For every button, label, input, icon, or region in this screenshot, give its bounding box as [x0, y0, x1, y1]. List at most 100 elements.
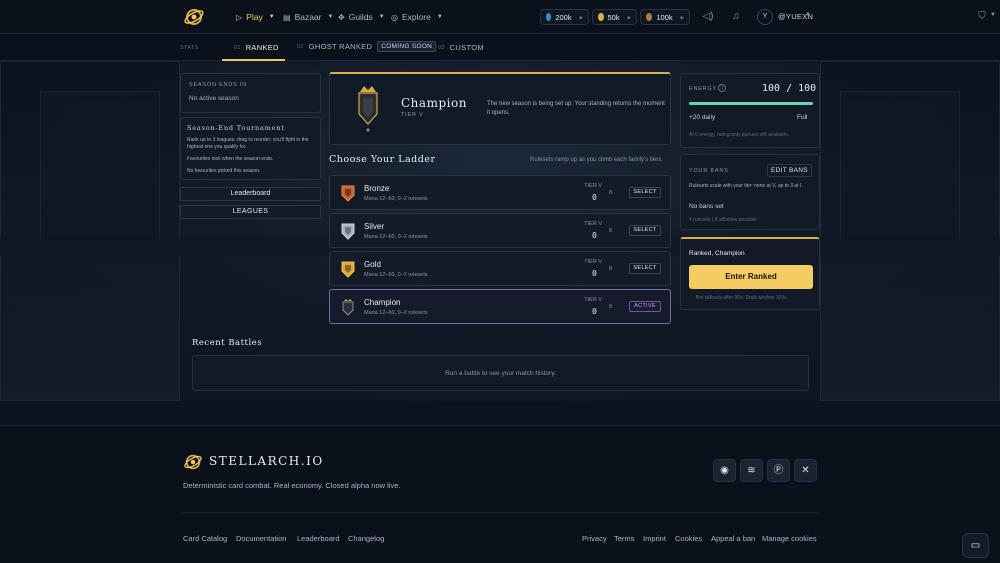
tab-custom[interactable]: 03 CUSTOM [438, 43, 484, 52]
footer-link-manage-cookies[interactable]: Manage cookies [762, 534, 817, 543]
select-button[interactable]: SELECT [629, 187, 661, 198]
tab-stats[interactable]: STATS [180, 45, 203, 51]
footer-link-leaderboard[interactable]: Leaderboard [297, 534, 340, 543]
edit-bans-button[interactable]: EDIT BANS [767, 164, 812, 177]
ladder-title: Choose Your Ladder [329, 154, 436, 165]
currency-bronze[interactable]: 100k + [640, 9, 690, 25]
enter-ranked-button[interactable]: Enter Ranked [689, 265, 813, 289]
select-button[interactable]: SELECT [629, 225, 661, 236]
energy-rate: +20 daily [689, 114, 716, 121]
tab-label: RANKED [245, 43, 279, 52]
footer-tagline: Deterministic card combat. Real economy.… [183, 481, 401, 490]
nav-play-label: Play [246, 12, 263, 22]
currency-bronze-value: 100k [656, 12, 673, 22]
ladder-row-gold[interactable]: Gold Mana 12–60, 0–2 rulesets TIER V 0 8… [329, 251, 671, 286]
footer-link-privacy[interactable]: Privacy [582, 534, 607, 543]
avatar[interactable]: Y [757, 9, 773, 25]
patreon-icon[interactable]: Ⓟ [767, 459, 790, 482]
footer-link-imprint[interactable]: Imprint [643, 534, 666, 543]
season-label: SEASON ENDS IN [189, 82, 247, 88]
ladder-sub: Mana 12–60, 0–2 rulesets [364, 272, 428, 278]
chat-icon[interactable]: ▭ [962, 533, 989, 558]
leaderboard-button[interactable]: Leaderboard [180, 187, 321, 201]
energy-panel: ENERGY i 100 / 100 +20 daily Full At 0 e… [680, 73, 820, 148]
footer-link-terms[interactable]: Terms [614, 534, 634, 543]
top-nav-bar: ▷ Play ▼ ▤ Bazaar ▼ ✥ Guilds ▼ ◎ Explore… [0, 0, 1000, 34]
nav-guilds-label: Guilds [348, 12, 373, 22]
tab-number: 03 [438, 44, 445, 51]
energy-state: Full [797, 114, 808, 121]
tournament-rule: Rank up to 3 leagues; drag to reorder; y… [187, 137, 309, 150]
footer-link-changelog[interactable]: Changelog [348, 534, 384, 543]
ladder-name: Champion [364, 298, 401, 307]
season-value: No active season [189, 95, 239, 102]
currency-credits-value: 200k [555, 12, 572, 22]
stellarch-logo[interactable] [183, 6, 205, 28]
stellarch-logo [184, 454, 202, 470]
tab-ghost-ranked[interactable]: 02 GHOST RANKED COMING SOON [297, 41, 437, 52]
tournament-favourites-note: No favourites picked this season. [187, 168, 261, 174]
play-icon: ▷ [236, 12, 243, 22]
bell-icon[interactable]: ♫ [729, 10, 743, 24]
footer-link-appeal[interactable]: Appeal a ban [711, 534, 755, 543]
footer-link-cookies[interactable]: Cookies [675, 534, 702, 543]
ladder-row-silver[interactable]: Silver Mana 12–60, 0–2 rulesets TIER V 0… [329, 213, 671, 248]
chevron-down-icon[interactable]: ▼ [990, 12, 996, 18]
recent-battles-title: Recent Battles [192, 338, 263, 348]
footer-brand: STELLARCH.IO [209, 454, 324, 468]
tournament-title: Season-End Tournament [187, 124, 285, 132]
info-icon[interactable]: i [718, 84, 726, 92]
ladder-extra: 8 [609, 228, 613, 234]
queue-note: Bot fallback after 90s. Draft window 100… [696, 295, 788, 301]
plus-icon: + [578, 12, 583, 22]
ladder-row-champion[interactable]: Champion Mana 12–60, 0–2 rulesets TIER V… [329, 289, 671, 324]
footer: STELLARCH.IO Deterministic card combat. … [0, 425, 1000, 563]
leagues-button[interactable]: LEAGUES [180, 205, 321, 219]
ladder-name: Gold [364, 260, 381, 269]
coming-soon-badge: COMING SOON [377, 41, 437, 52]
ladder-hint: Rulesets ramp up as you climb each famil… [530, 157, 663, 163]
bans-note: 4 rulesets | 8 affinities possible [689, 217, 757, 223]
silver-crest-icon [341, 223, 355, 240]
footer-divider [183, 512, 817, 513]
bronze-crest-icon [341, 185, 355, 202]
champion-crest-icon [342, 299, 354, 316]
tab-number: 01 [234, 44, 241, 51]
audio-icon[interactable]: ≋ [740, 459, 763, 482]
tab-label: GHOST RANKED [308, 42, 373, 51]
nav-explore[interactable]: ◎ Explore ▼ [391, 11, 443, 23]
chevron-down-icon[interactable]: ▼ [805, 12, 811, 18]
currency-gold[interactable]: 50k + [592, 9, 637, 25]
queue-label: Ranked, Champion [689, 250, 745, 257]
ladder-sub: Mana 12–60, 0–2 rulesets [364, 310, 428, 316]
compass-icon: ◎ [391, 12, 398, 22]
nav-play[interactable]: ▷ Play ▼ [236, 11, 275, 23]
bans-value: No bans set [689, 203, 724, 210]
nav-bazaar[interactable]: ▤ Bazaar ▼ [283, 11, 333, 23]
chevron-down-icon: ▼ [436, 14, 443, 20]
tab-ranked[interactable]: 01 RANKED [234, 43, 279, 52]
footer-link-documentation[interactable]: Documentation [236, 534, 286, 543]
nav-bazaar-label: Bazaar [294, 12, 322, 22]
shield-icon[interactable]: ⛉ [975, 10, 989, 24]
select-button[interactable]: SELECT [629, 263, 661, 274]
bans-description: Rulesets scale with your tier: none at V… [689, 183, 803, 189]
ladder-row-bronze[interactable]: Bronze Mana 12–60, 0–2 rulesets TIER V 0… [329, 175, 671, 210]
ladder-value: 0 [592, 269, 597, 278]
discord-icon[interactable]: ◉ [713, 459, 736, 482]
chevron-down-icon: ▼ [327, 14, 334, 20]
gold-crest-icon [341, 261, 355, 278]
energy-note: At 0 energy, rating-only queues still av… [689, 132, 790, 138]
bronze-coin-icon [646, 13, 653, 21]
ladder-name: Bronze [364, 184, 390, 193]
active-badge[interactable]: ACTIVE [629, 301, 661, 312]
volume-icon[interactable]: ◁) [701, 10, 715, 24]
rank-description: The new season is being set up. Your sta… [487, 101, 665, 116]
ladder-value: 0 [592, 231, 597, 240]
footer-link-card-catalog[interactable]: Card Catalog [183, 534, 227, 543]
ladder-tier: TIER V [584, 183, 602, 189]
x-icon[interactable]: ✕ [794, 459, 817, 482]
nav-guilds[interactable]: ✥ Guilds ▼ [338, 11, 385, 23]
currency-credits[interactable]: 200k + [540, 9, 589, 25]
queue-panel: Ranked, Champion Enter Ranked Bot fallba… [680, 237, 820, 310]
